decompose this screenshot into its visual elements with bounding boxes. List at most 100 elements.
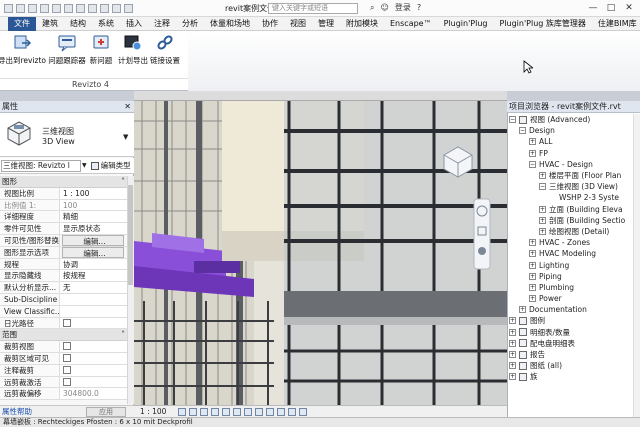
analysis-icon[interactable]: [299, 407, 307, 416]
far-clip-checkbox[interactable]: [63, 377, 71, 386]
close-button[interactable]: ✕: [620, 0, 638, 16]
tree-item[interactable]: + 图纸 (all): [507, 360, 635, 371]
tab-analyze[interactable]: 分析: [176, 17, 204, 31]
expand-icon[interactable]: +: [519, 306, 526, 314]
new-issue-button[interactable]: 新问题: [84, 33, 118, 69]
expand-icon[interactable]: +: [539, 216, 546, 224]
expand-icon[interactable]: +: [509, 328, 516, 336]
crop-visible-checkbox[interactable]: [63, 353, 71, 362]
detail-level-icon[interactable]: [178, 407, 186, 416]
tree-item[interactable]: + HVAC Modeling: [507, 248, 635, 259]
collapse-icon[interactable]: ˄: [121, 176, 125, 187]
section-icon[interactable]: [124, 4, 133, 13]
issue-tracker-button[interactable]: 问题跟踪器: [48, 33, 86, 69]
expand-icon[interactable]: +: [509, 339, 516, 347]
tree-item[interactable]: + 族: [507, 371, 635, 382]
collapse-icon[interactable]: ˄: [121, 329, 125, 340]
chevron-down-icon[interactable]: ▼: [82, 162, 87, 169]
link-settings-button[interactable]: 链接设置: [146, 33, 184, 69]
expand-icon[interactable]: +: [539, 227, 546, 235]
tree-item[interactable]: + 立面 (Building Eleva: [507, 204, 635, 215]
expand-icon[interactable]: +: [529, 149, 536, 157]
tree-item[interactable]: + Documentation: [507, 304, 635, 315]
reveal-hidden-icon[interactable]: [277, 407, 285, 416]
save-icon[interactable]: [28, 4, 37, 13]
tab-view[interactable]: 视图: [284, 17, 312, 31]
tab-annotate[interactable]: 注释: [148, 17, 176, 31]
search-input[interactable]: 键入关键字或短语: [268, 3, 358, 14]
collapse-icon[interactable]: −: [529, 160, 536, 168]
expand-icon[interactable]: +: [529, 283, 536, 291]
render-icon[interactable]: [222, 407, 230, 416]
tab-massing-site[interactable]: 体量和场地: [204, 17, 256, 31]
3d-view-icon[interactable]: [112, 4, 121, 13]
project-browser-scrollbar[interactable]: [633, 114, 640, 417]
login-link[interactable]: 登录: [395, 2, 411, 13]
undo-icon[interactable]: [40, 4, 49, 13]
print-icon[interactable]: [64, 4, 73, 13]
tree-item[interactable]: + 报告: [507, 349, 635, 360]
tab-insert[interactable]: 插入: [120, 17, 148, 31]
temporary-hide-icon[interactable]: [266, 407, 274, 416]
annotation-crop-checkbox[interactable]: [63, 365, 71, 374]
export-revizto-button[interactable]: 导出到revizto: [0, 33, 46, 69]
tab-architecture[interactable]: 建筑: [36, 17, 64, 31]
tree-item[interactable]: + 绘图视图 (Detail): [507, 226, 635, 237]
tab-file[interactable]: 文件: [8, 16, 36, 31]
tree-item[interactable]: + ALL: [507, 136, 635, 147]
tree-item[interactable]: + 楼层平面 (Floor Plan: [507, 170, 635, 181]
tree-item[interactable]: − HVAC - Design: [507, 159, 635, 170]
section-graphics[interactable]: 图形 ˄: [0, 176, 128, 188]
expand-icon[interactable]: +: [529, 261, 536, 269]
expand-icon[interactable]: +: [529, 250, 536, 258]
sun-path-checkbox[interactable]: [63, 318, 71, 327]
view-scale[interactable]: 1 : 100: [134, 407, 178, 416]
edit-type-button[interactable]: 编辑类型: [90, 160, 131, 171]
tab-addins[interactable]: 附加模块: [340, 17, 384, 31]
tab-structure[interactable]: 结构: [64, 17, 92, 31]
user-icon[interactable]: ☺: [380, 3, 388, 12]
type-dropdown-icon[interactable]: ▼: [123, 133, 128, 141]
expand-icon[interactable]: +: [529, 272, 536, 280]
tab-bim-library[interactable]: 住建BIM库: [592, 17, 640, 31]
tree-item[interactable]: + HVAC - Zones: [507, 237, 635, 248]
apply-button[interactable]: 应用: [86, 407, 126, 417]
tree-item[interactable]: + 图例: [507, 315, 635, 326]
tree-item[interactable]: − 三维视图 (3D View): [507, 181, 635, 192]
type-selector[interactable]: 三维视图: Revizto l: [1, 159, 81, 172]
tree-item[interactable]: + 配电盘明细表: [507, 338, 635, 349]
crop-view-icon[interactable]: [233, 407, 241, 416]
tab-systems[interactable]: 系统: [92, 17, 120, 31]
tree-item[interactable]: + Power: [507, 293, 635, 304]
expand-icon[interactable]: +: [539, 172, 546, 180]
crop-view-checkbox[interactable]: [63, 342, 71, 351]
tree-item[interactable]: + 剖面 (Building Sectio: [507, 215, 635, 226]
tree-item[interactable]: + FP: [507, 148, 635, 159]
expand-icon[interactable]: +: [529, 295, 536, 303]
tree-item[interactable]: WSHP 2-3 Syste: [507, 192, 635, 203]
shadows-icon[interactable]: [211, 407, 219, 416]
tab-collaborate[interactable]: 协作: [256, 17, 284, 31]
tree-item[interactable]: + Piping: [507, 271, 635, 282]
tree-item[interactable]: + 明细表/数量: [507, 327, 635, 338]
tree-item[interactable]: − Design: [507, 125, 635, 136]
tab-pluginplug-family[interactable]: Plugin'Plug 族库管理器: [493, 17, 591, 31]
expand-icon[interactable]: +: [509, 317, 516, 325]
expand-icon[interactable]: +: [509, 362, 516, 370]
maximize-button[interactable]: □: [602, 0, 620, 16]
expand-icon[interactable]: +: [509, 373, 516, 381]
worksharing-icon[interactable]: [288, 407, 296, 416]
collapse-icon[interactable]: −: [519, 127, 526, 135]
properties-scroll-thumb[interactable]: [128, 185, 133, 285]
help-icon[interactable]: ?: [417, 3, 421, 12]
minimize-button[interactable]: —: [584, 0, 602, 16]
tab-pluginplug[interactable]: Plugin'Plug: [438, 17, 494, 31]
expand-icon[interactable]: +: [529, 239, 536, 247]
expand-icon[interactable]: +: [509, 351, 516, 359]
sun-path-icon[interactable]: [200, 407, 208, 416]
measure-icon[interactable]: [76, 4, 85, 13]
expand-icon[interactable]: +: [529, 138, 536, 146]
collapse-icon[interactable]: −: [539, 183, 546, 191]
tab-enscape[interactable]: Enscape™: [384, 17, 438, 31]
redo-icon[interactable]: [52, 4, 61, 13]
